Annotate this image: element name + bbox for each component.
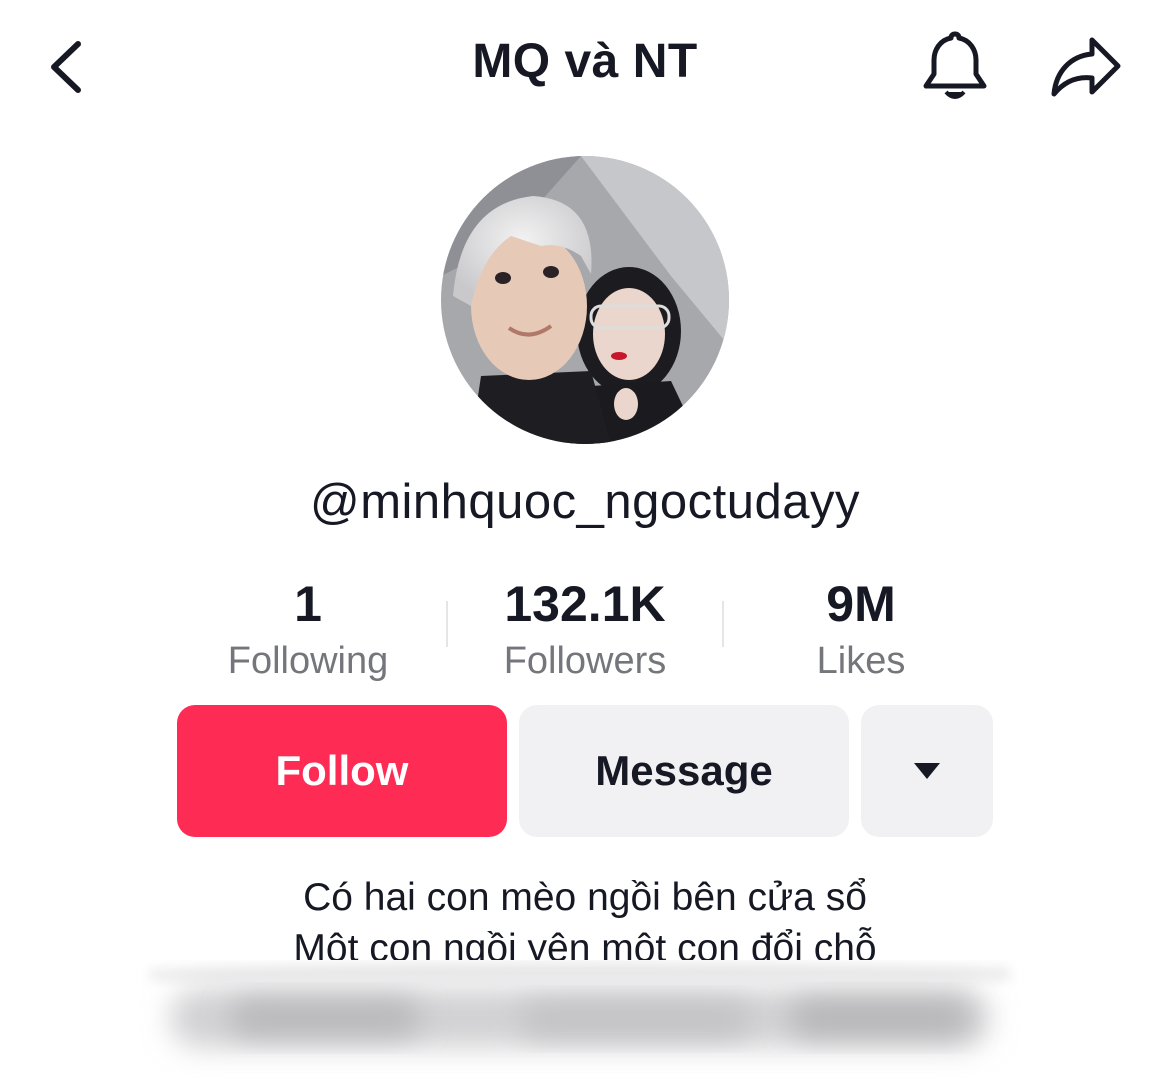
page-title: MQ và NT — [472, 35, 698, 88]
notification-bell-button[interactable] — [918, 28, 992, 104]
bell-icon — [923, 31, 987, 99]
share-arrow-icon — [1051, 37, 1121, 97]
caret-down-icon — [914, 763, 940, 779]
profile-avatar[interactable] — [441, 156, 729, 444]
likes-count: 9M — [826, 576, 896, 632]
message-button[interactable]: Message — [519, 705, 849, 837]
blurred-region — [0, 960, 1170, 1085]
profile-page: MQ và NT @minhquoc_ngoctudayy 1 Followin… — [0, 0, 1170, 1085]
message-button-label: Message — [595, 747, 773, 794]
bio-line: Có hai con mèo ngồi bên cửa sổ — [303, 876, 867, 919]
followers-label: Followers — [503, 640, 667, 682]
followers-count: 132.1K — [504, 576, 666, 632]
following-label: Following — [227, 640, 389, 682]
username: @minhquoc_ngoctudayy — [309, 475, 861, 529]
profile-bio: Có hai con mèo ngồi bên cửa sổ Một con n… — [0, 872, 1170, 974]
stat-likes[interactable]: 9M Likes — [721, 575, 1001, 689]
stat-following[interactable]: 1 Following — [168, 575, 448, 689]
stat-followers[interactable]: 132.1K Followers — [445, 575, 725, 689]
top-bar: MQ và NT — [0, 0, 1170, 135]
more-options-button[interactable] — [861, 705, 993, 837]
share-button[interactable] — [1046, 32, 1126, 102]
blur-overlay — [0, 960, 1170, 1085]
follow-button-label: Follow — [275, 747, 409, 794]
follow-button[interactable]: Follow — [177, 705, 507, 837]
avatar-image — [441, 156, 729, 444]
following-count: 1 — [294, 576, 322, 632]
likes-label: Likes — [816, 640, 906, 682]
